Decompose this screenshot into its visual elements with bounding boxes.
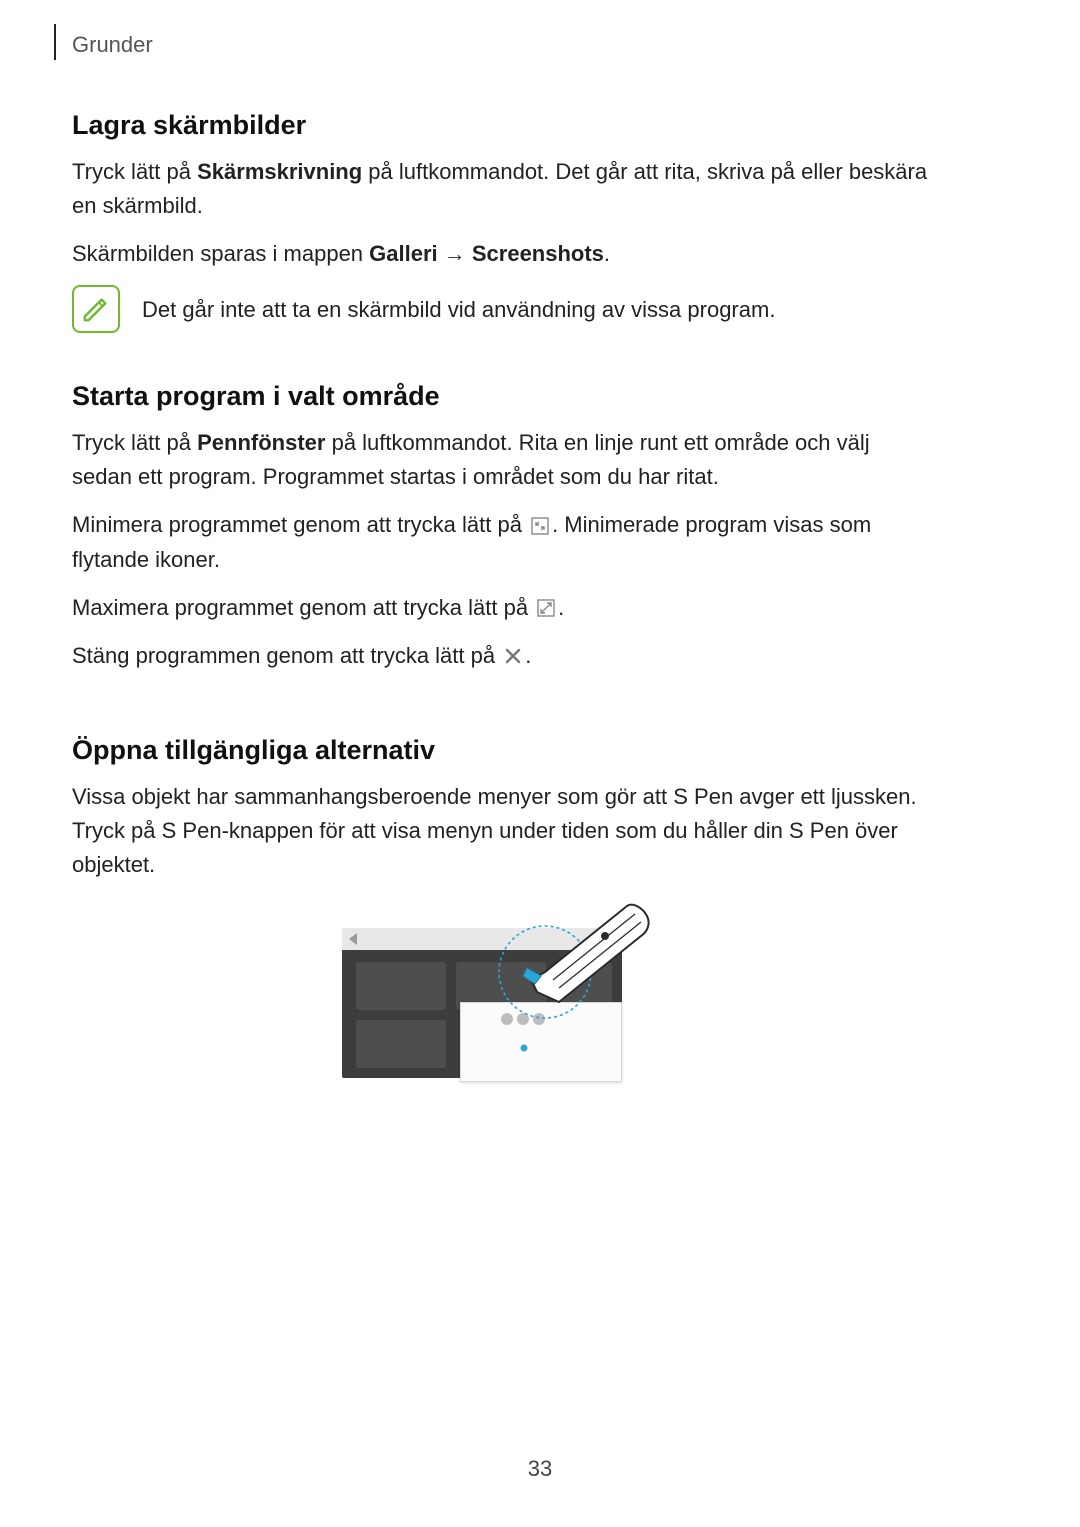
- text: Tryck lätt på: [72, 159, 197, 184]
- content: Lagra skärmbilder Tryck lätt på Skärmskr…: [72, 110, 932, 1098]
- text: .: [604, 241, 610, 266]
- bold-text: Galleri → Screenshots: [369, 241, 604, 266]
- s3-paragraph-1: Vissa objekt har sammanhangsberoende men…: [72, 780, 932, 882]
- text: Skärmbilden sparas i mappen: [72, 241, 369, 266]
- illustration-canvas: [342, 908, 662, 1098]
- s1-paragraph-2: Skärmbilden sparas i mappen Galleri → Sc…: [72, 237, 932, 271]
- s2-paragraph-2: Minimera programmet genom att trycka lät…: [72, 508, 932, 576]
- thumbnail-tile: [356, 962, 446, 1010]
- s2-paragraph-4: Stäng programmen genom att trycka lätt p…: [72, 639, 932, 673]
- thumbnail-tile: [356, 1020, 446, 1068]
- note-icon: [72, 285, 120, 333]
- note-text: Det går inte att ta en skärmbild vid anv…: [142, 293, 775, 326]
- text: .: [525, 643, 531, 668]
- bold-text: Skärmskrivning: [197, 159, 362, 184]
- section-title-lagra: Lagra skärmbilder: [72, 110, 932, 141]
- section-title-starta: Starta program i valt område: [72, 381, 932, 412]
- s2-paragraph-3: Maximera programmet genom att trycka lät…: [72, 591, 932, 625]
- text: .: [558, 595, 564, 620]
- s-pen-illustration: [72, 908, 932, 1098]
- close-icon: [504, 647, 522, 665]
- header-rule: [54, 24, 56, 60]
- header-section-label: Grunder: [72, 32, 153, 58]
- page: Grunder Lagra skärmbilder Tryck lätt på …: [0, 0, 1080, 1527]
- note-row: Det går inte att ta en skärmbild vid anv…: [72, 285, 932, 333]
- bold-text: Pennfönster: [197, 430, 325, 455]
- maximize-icon: [537, 599, 555, 617]
- section-title-oppna: Öppna tillgängliga alternativ: [72, 735, 932, 766]
- minimize-icon: [531, 517, 549, 535]
- text: Maximera programmet genom att trycka lät…: [72, 595, 534, 620]
- s1-paragraph-1: Tryck lätt på Skärmskrivning på luftkomm…: [72, 155, 932, 223]
- page-number: 33: [0, 1456, 1080, 1482]
- back-icon: [349, 933, 357, 945]
- text: Stäng programmen genom att trycka lätt p…: [72, 643, 501, 668]
- s-pen-icon: [467, 890, 667, 1070]
- text: Tryck lätt på: [72, 430, 197, 455]
- text: Minimera programmet genom att trycka lät…: [72, 512, 528, 537]
- s2-paragraph-1: Tryck lätt på Pennfönster på luftkommand…: [72, 426, 932, 494]
